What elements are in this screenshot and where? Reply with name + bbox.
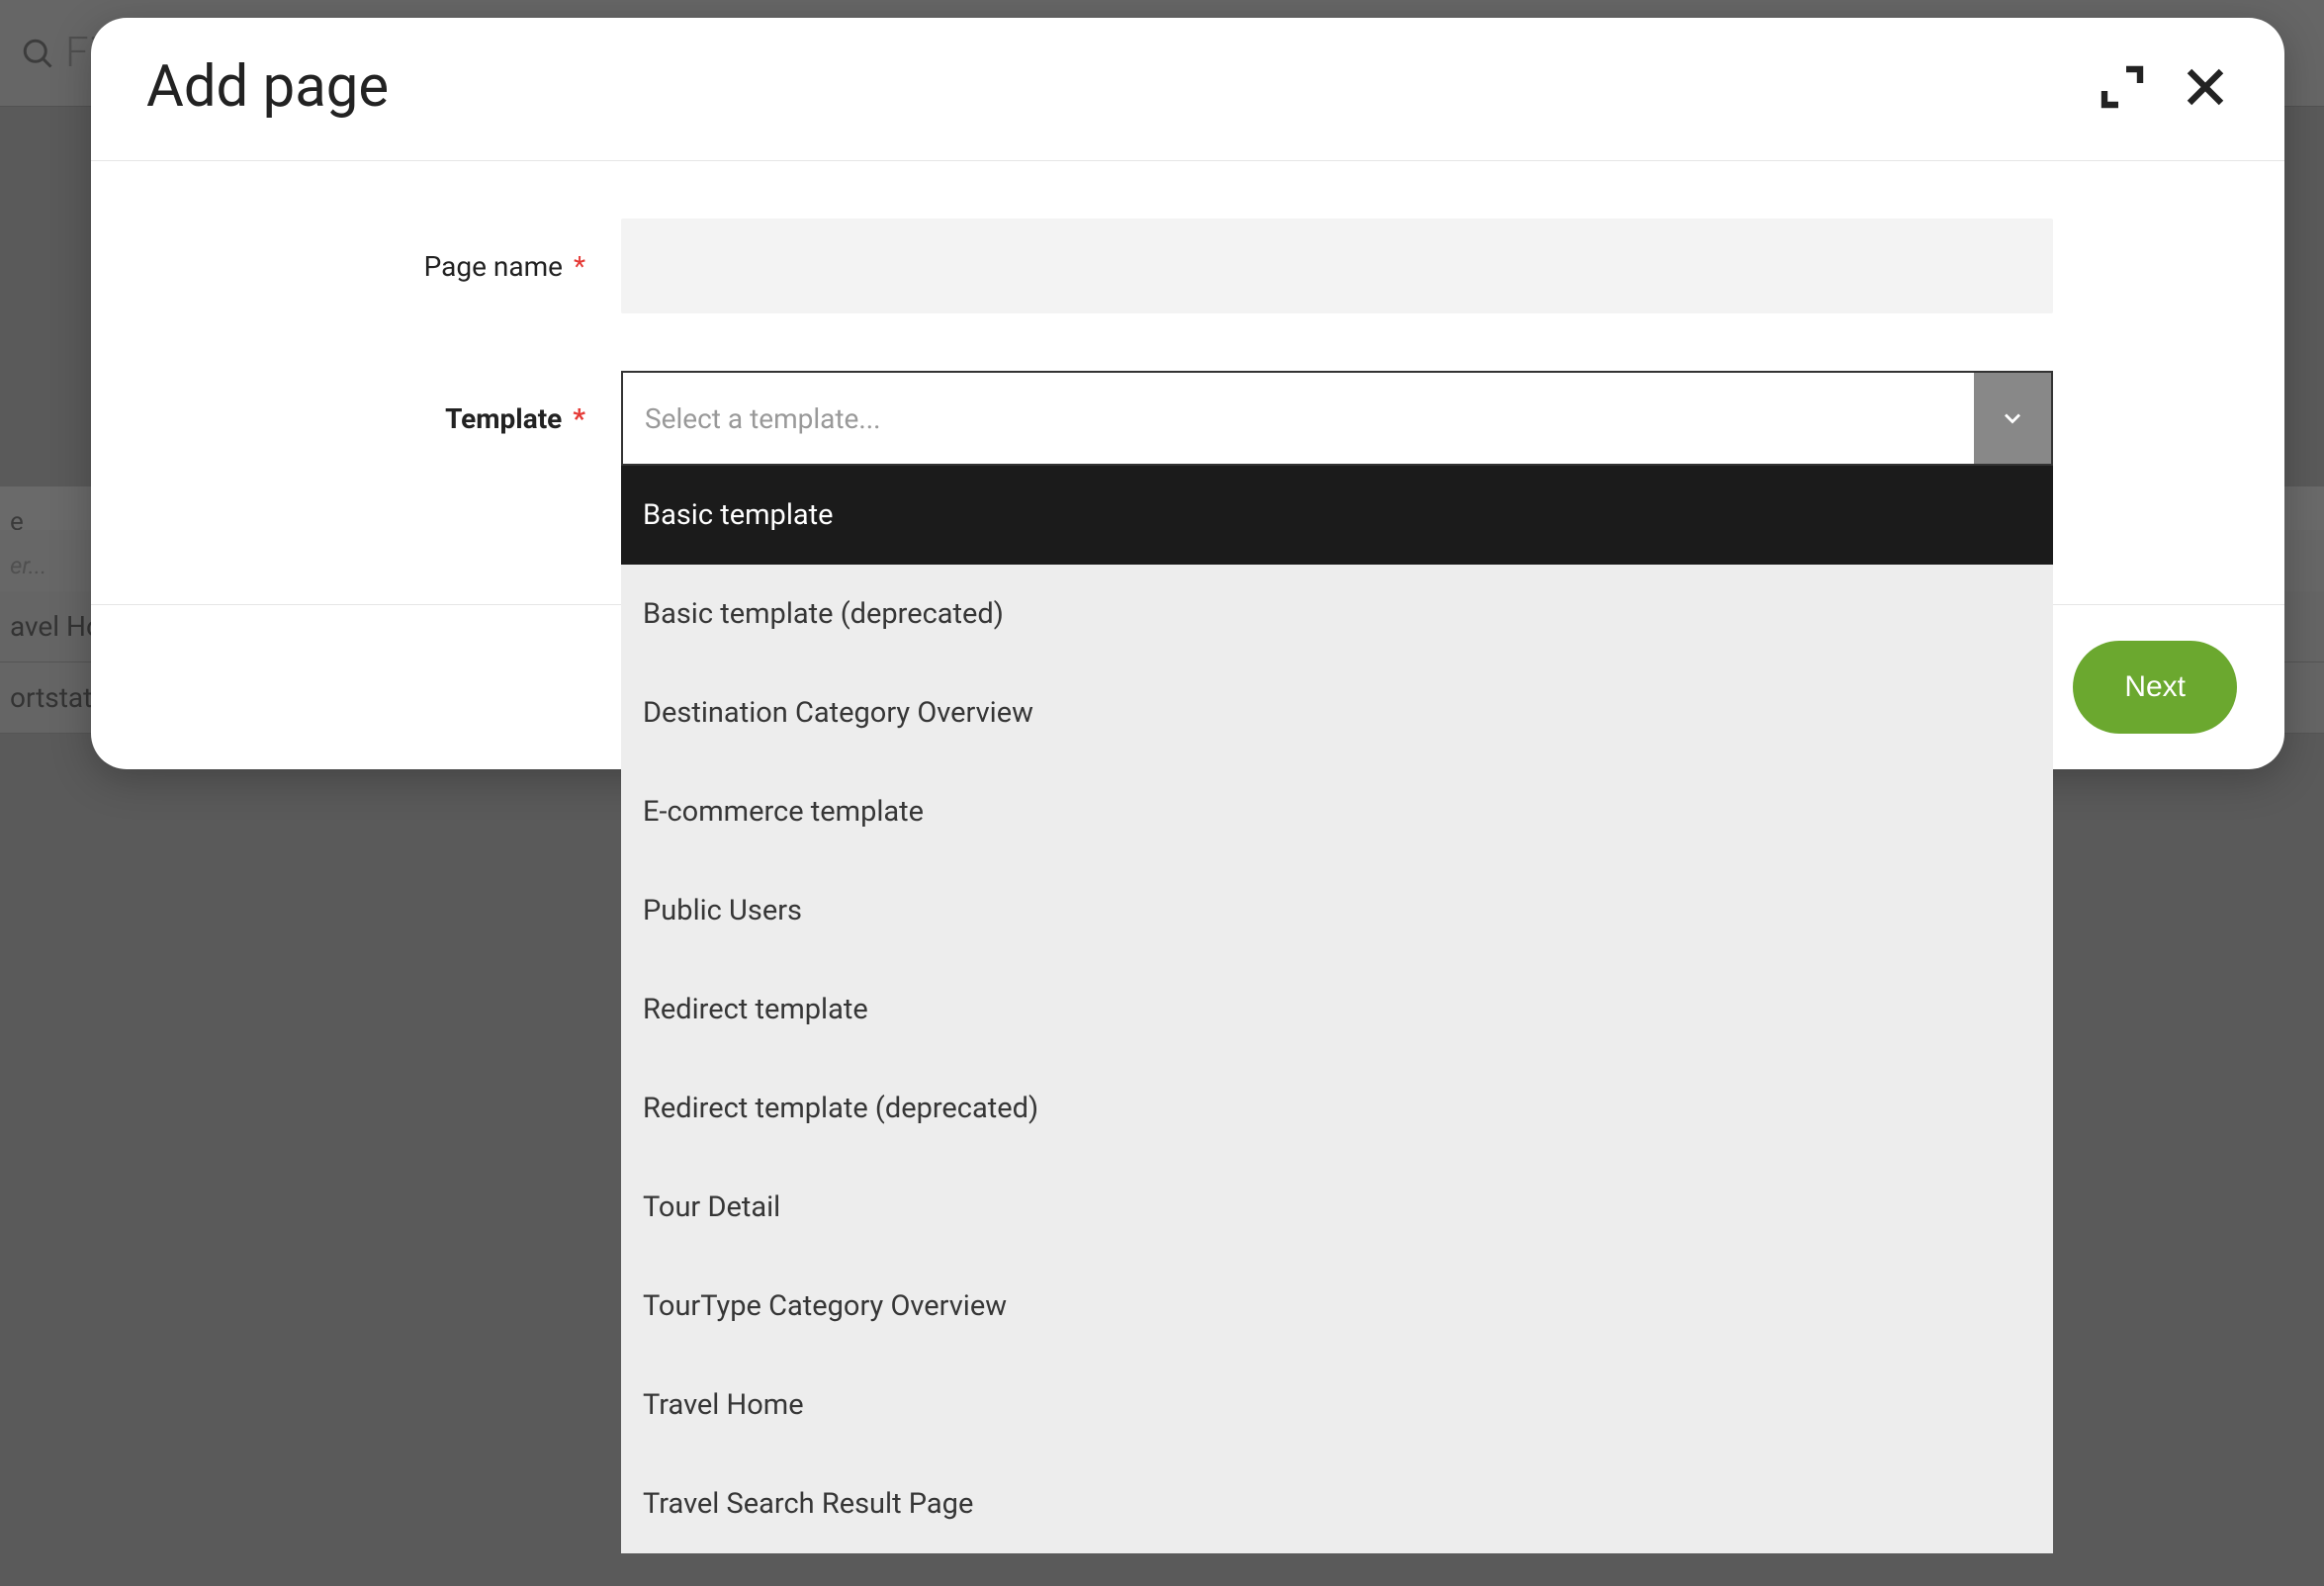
- template-select-wrap: Select a template... Basic templateBasic…: [621, 371, 2053, 466]
- template-option[interactable]: Tour Detail: [621, 1158, 2053, 1257]
- template-option[interactable]: Redirect template (deprecated): [621, 1059, 2053, 1158]
- template-option[interactable]: Destination Category Overview: [621, 663, 2053, 762]
- next-button[interactable]: Next: [2073, 641, 2237, 734]
- template-select-placeholder: Select a template...: [623, 373, 1974, 464]
- template-select[interactable]: Select a template...: [621, 371, 2053, 466]
- template-option[interactable]: E-commerce template: [621, 762, 2053, 861]
- modal-title: Add page: [146, 53, 389, 121]
- modal-header-actions: [2099, 63, 2229, 111]
- template-label-text: Template: [445, 402, 562, 435]
- required-marker: *: [574, 250, 585, 283]
- template-label: Template *: [146, 402, 621, 435]
- template-option[interactable]: Travel Search Result Page: [621, 1454, 2053, 1553]
- template-select-caret: [1974, 373, 2051, 464]
- template-dropdown: Basic templateBasic template (deprecated…: [621, 466, 2053, 1553]
- template-row: Template * Select a template... Basic te…: [146, 371, 2229, 466]
- modal-body: Page name * Template * Select a template…: [91, 161, 2284, 604]
- template-option[interactable]: Basic template (deprecated): [621, 565, 2053, 663]
- chevron-down-icon: [1999, 404, 2026, 432]
- close-button[interactable]: [2182, 63, 2229, 111]
- template-option[interactable]: Travel Home: [621, 1356, 2053, 1454]
- template-option[interactable]: Redirect template: [621, 960, 2053, 1059]
- required-marker: *: [573, 402, 585, 435]
- expand-button[interactable]: [2099, 63, 2146, 111]
- template-option[interactable]: TourType Category Overview: [621, 1257, 2053, 1356]
- template-option[interactable]: Public Users: [621, 861, 2053, 960]
- close-icon: [2182, 63, 2229, 111]
- template-option[interactable]: Basic template: [621, 466, 2053, 565]
- add-page-modal: Add page Page name *: [91, 18, 2284, 769]
- page-name-label: Page name *: [146, 250, 621, 283]
- expand-icon: [2099, 63, 2146, 111]
- page-name-input[interactable]: [621, 219, 2053, 313]
- page-name-label-text: Page name: [424, 250, 563, 283]
- modal-header: Add page: [91, 18, 2284, 161]
- page-name-row: Page name *: [146, 219, 2229, 313]
